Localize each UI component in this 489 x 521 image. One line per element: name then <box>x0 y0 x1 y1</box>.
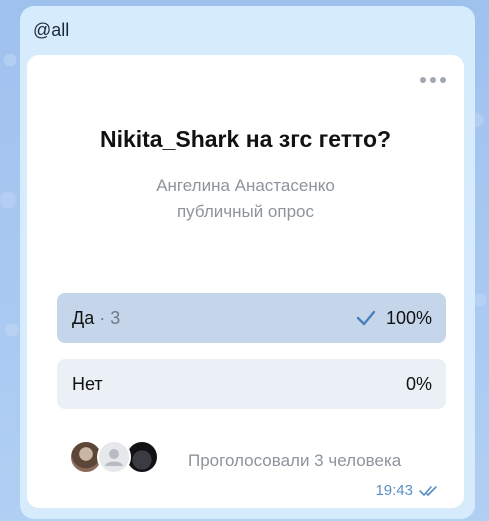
voters-count-text[interactable]: Проголосовали 3 человека <box>188 451 401 471</box>
poll-option-yes[interactable]: Да · 3 100% <box>57 293 446 343</box>
voters-avatars[interactable] <box>69 440 159 474</box>
option-percent: 100% <box>385 308 432 328</box>
option-percent: 0% <box>405 374 432 394</box>
option-label: Нет <box>72 374 103 394</box>
option-vote-count: · 3 <box>99 308 121 328</box>
message-time: 19:43 <box>375 482 413 499</box>
poll-type: публичный опрос <box>176 202 315 221</box>
mention-text[interactable]: @all <box>33 20 69 41</box>
poll-card: Nikita_Shark на згс гетто? Ангелина Анас… <box>27 55 464 508</box>
checkmark-icon <box>356 310 376 326</box>
more-dots-icon[interactable] <box>420 77 446 83</box>
poll-option-no[interactable]: Нет 0% <box>57 359 446 409</box>
poll-question: Nikita_Shark на згс гетто? <box>99 126 392 152</box>
double-check-icon <box>419 485 437 496</box>
option-label: Да <box>72 308 95 328</box>
user-silhouette-icon[interactable] <box>97 440 131 474</box>
poll-author[interactable]: Ангелина Анастасенко <box>27 176 464 196</box>
